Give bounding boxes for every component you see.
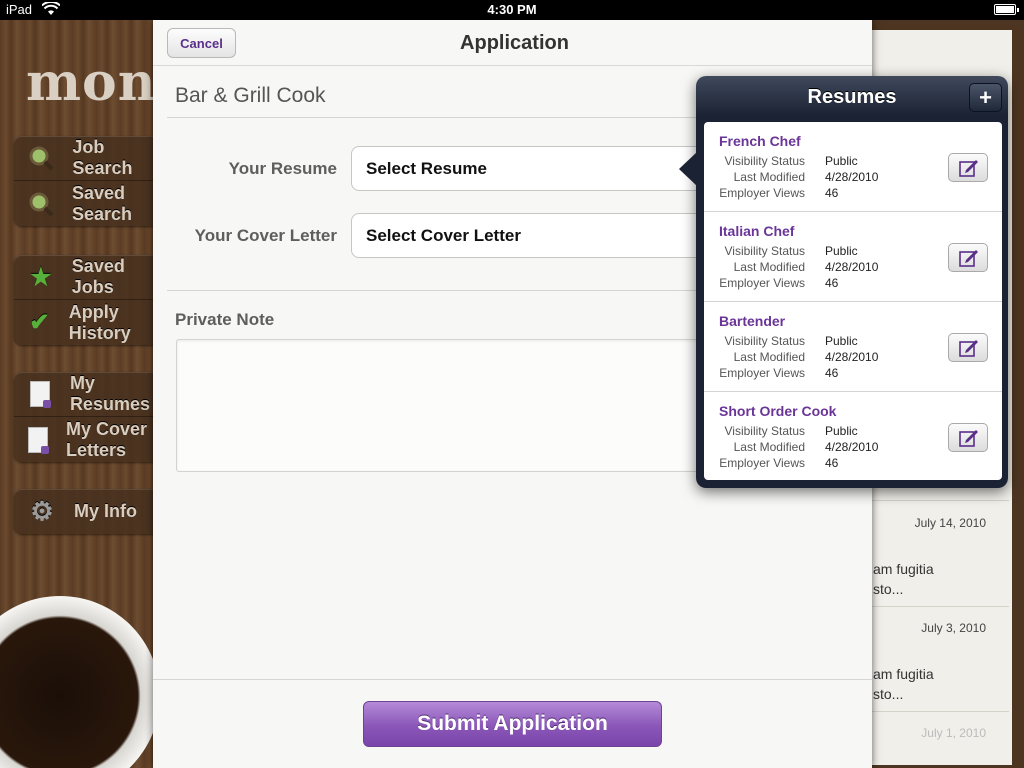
sidebar-group-jobs: ★ Saved Jobs ✔ Apply History — [14, 255, 164, 345]
document-icon — [28, 426, 49, 454]
edit-icon — [959, 160, 978, 177]
sidebar-item-label: My Resumes — [69, 373, 150, 414]
resume-item[interactable]: Italian Chef Visibility Status Public La… — [704, 212, 1002, 302]
add-resume-button[interactable]: + — [969, 83, 1002, 112]
list-item-date: July 14, 2010 — [914, 516, 986, 530]
divider — [871, 500, 1009, 501]
status-bar: iPad 4:30 PM — [0, 0, 1024, 20]
modified-label: Last Modified — [733, 350, 805, 364]
visibility-value: Public — [825, 244, 858, 258]
resume-name: Bartender — [719, 313, 786, 329]
sidebar-item-job-search[interactable]: Job Search — [14, 136, 164, 181]
edit-resume-button[interactable] — [948, 243, 988, 272]
edit-resume-button[interactable] — [948, 423, 988, 452]
resume-item[interactable]: Bartender Visibility Status Public Last … — [704, 302, 1002, 392]
popover-title: Resumes — [807, 86, 897, 108]
sidebar-item-my-cover-letters[interactable]: My Cover Letters — [14, 417, 164, 462]
modified-value: 4/28/2010 — [825, 170, 879, 184]
visibility-label: Visibility Status — [724, 424, 805, 438]
edit-resume-button[interactable] — [948, 153, 988, 182]
resumes-popover: Resumes + French Chef Visibility Status … — [696, 76, 1008, 488]
sidebar-item-label: My Info — [74, 501, 137, 521]
modified-label: Last Modified — [733, 440, 805, 454]
divider — [153, 679, 872, 680]
sidebar-group-search: Job Search Saved Search — [14, 136, 164, 226]
resume-select-value: Select Resume — [366, 158, 487, 178]
check-icon: ✔ — [29, 309, 50, 336]
divider — [871, 606, 1009, 607]
resume-list: French Chef Visibility Status Public Las… — [704, 122, 1002, 480]
visibility-label: Visibility Status — [724, 154, 805, 168]
resume-item[interactable]: French Chef Visibility Status Public Las… — [704, 122, 1002, 212]
modified-value: 4/28/2010 — [825, 440, 879, 454]
views-value: 46 — [825, 276, 839, 290]
edit-icon — [959, 430, 978, 447]
sidebar-item-saved-jobs[interactable]: ★ Saved Jobs — [14, 255, 164, 300]
list-item-snippet: am fugitia sto... — [873, 666, 934, 702]
private-note-textarea[interactable] — [176, 339, 736, 472]
job-title: Bar & Grill Cook — [175, 84, 326, 107]
resume-select[interactable]: Select Resume — [351, 146, 711, 191]
sidebar-item-label: Saved Search — [72, 182, 133, 224]
resume-label: Your Resume — [228, 159, 337, 178]
sidebar-item-label: Saved Jobs — [71, 256, 125, 297]
sidebar-item-label: Job Search — [72, 137, 133, 178]
views-label: Employer Views — [719, 276, 805, 290]
edit-icon — [959, 340, 978, 357]
visibility-value: Public — [825, 334, 858, 348]
edit-icon — [959, 250, 978, 267]
modified-label: Last Modified — [733, 260, 805, 274]
visibility-label: Visibility Status — [724, 334, 805, 348]
resume-name: Short Order Cook — [719, 403, 837, 419]
magnifier-icon — [28, 144, 54, 172]
document-icon — [28, 380, 52, 408]
cover-letter-select-value: Select Cover Letter — [366, 225, 521, 245]
divider — [871, 711, 1009, 712]
gear-icon: ⚙ — [30, 496, 54, 526]
visibility-value: Public — [825, 424, 858, 438]
resume-item[interactable]: Short Order Cook Visibility Status Publi… — [704, 392, 1002, 480]
sidebar-item-saved-search[interactable]: Saved Search — [14, 181, 164, 226]
views-value: 46 — [825, 456, 839, 470]
views-label: Employer Views — [719, 186, 805, 200]
modified-value: 4/28/2010 — [825, 350, 879, 364]
modal-title: Application — [460, 32, 569, 54]
cover-letter-select[interactable]: Select Cover Letter — [351, 213, 711, 258]
submit-application-button[interactable]: Submit Application — [363, 701, 662, 747]
battery-icon — [994, 4, 1019, 15]
list-item-date: July 3, 2010 — [921, 621, 986, 635]
resume-name: Italian Chef — [719, 223, 795, 239]
resume-name: French Chef — [719, 133, 801, 149]
app-logo: mon — [26, 52, 157, 113]
sidebar-item-label: My Cover Letters — [66, 418, 148, 460]
star-icon: ★ — [30, 263, 52, 291]
views-value: 46 — [825, 186, 839, 200]
views-label: Employer Views — [719, 456, 805, 470]
modal-header: Cancel Application — [153, 20, 872, 66]
magnifier-icon — [28, 190, 54, 218]
visibility-label: Visibility Status — [724, 244, 805, 258]
clock: 4:30 PM — [487, 2, 537, 17]
modified-label: Last Modified — [733, 170, 805, 184]
list-item-date: July 1, 2010 — [921, 726, 986, 740]
popover-arrow — [679, 152, 697, 186]
sidebar-group-documents: My Resumes My Cover Letters — [14, 372, 164, 462]
sidebar-item-label: Apply History — [68, 301, 131, 343]
visibility-value: Public — [825, 154, 858, 168]
sidebar-item-my-resumes[interactable]: My Resumes — [14, 372, 164, 417]
modified-value: 4/28/2010 — [825, 260, 879, 274]
private-note-label: Private Note — [175, 310, 275, 329]
sidebar-group-info: ⚙ My Info — [14, 489, 164, 534]
cover-letter-label: Your Cover Letter — [194, 226, 337, 245]
views-value: 46 — [825, 366, 839, 380]
sidebar-item-apply-history[interactable]: ✔ Apply History — [14, 300, 164, 345]
edit-resume-button[interactable] — [948, 333, 988, 362]
list-item-snippet: am fugitia sto... — [873, 561, 934, 597]
sidebar-item-my-info[interactable]: ⚙ My Info — [14, 489, 164, 534]
views-label: Employer Views — [719, 366, 805, 380]
